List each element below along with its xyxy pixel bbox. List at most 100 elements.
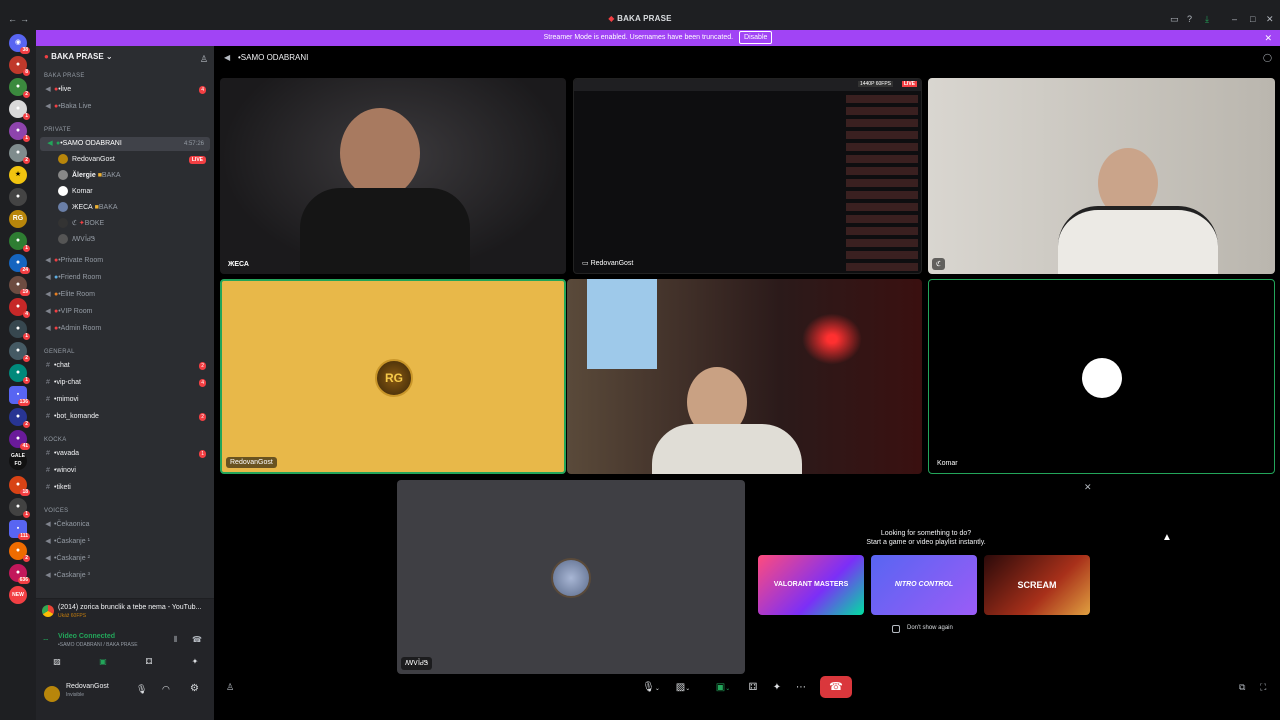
dont-show-label[interactable]: Don't show again <box>907 625 953 631</box>
server-icon[interactable]: ● 18 <box>9 476 30 496</box>
channel-admin-room[interactable]: ◀ ●•Admin Room <box>36 322 214 336</box>
server-icon[interactable]: ● 2 <box>9 542 30 562</box>
server-icon[interactable]: ● 2 <box>9 408 30 428</box>
server-icon[interactable]: ● 2 <box>9 78 30 98</box>
camera-off-icon[interactable]: ▨ <box>36 657 78 666</box>
folder-icon[interactable]: ▪ 136 <box>9 386 30 406</box>
video-tile[interactable]: ℭ <box>928 78 1275 274</box>
voice-member[interactable]: ꟿᏙỈᏧᏕ <box>36 233 214 247</box>
camera-button[interactable]: ▨⌄ <box>670 678 696 698</box>
maximize-button[interactable]: □ <box>1250 14 1255 24</box>
close-icon[interactable]: ✕ <box>1084 482 1092 493</box>
rg-server-icon[interactable]: RG <box>9 210 27 228</box>
disable-streamer-button[interactable]: Disable <box>739 31 773 44</box>
stream-tile[interactable]: 1440P 60FPS LIVE ▭ RedovanGost <box>573 78 922 274</box>
leave-call-button[interactable]: ☎ <box>820 676 852 698</box>
screen-share-button[interactable]: ▣⌄ <box>710 678 736 698</box>
server-icon[interactable]: ● 24 <box>9 254 30 274</box>
folder-icon[interactable]: ▪ 111 <box>9 520 30 540</box>
server-icon[interactable]: ● 1 <box>9 320 30 340</box>
dont-show-checkbox[interactable] <box>892 625 900 633</box>
noise-icon[interactable]: ⫴ <box>174 635 177 645</box>
microphone-button[interactable]: 🎙⌄ <box>638 678 664 698</box>
channel-baka-live[interactable]: ◀ ●•Baka Live <box>36 100 214 114</box>
fullscreen-icon[interactable]: ⛶ <box>1260 682 1266 693</box>
download-icon[interactable]: ⤓ <box>1205 14 1209 25</box>
popout-icon[interactable]: ⧉ <box>1239 682 1245 693</box>
category-kocka[interactable]: KOCKA <box>36 433 214 447</box>
activity-status[interactable]: (2014) zorica brunclik a tebe nema - You… <box>12 599 214 623</box>
server-icon[interactable]: ● 1 <box>9 232 30 252</box>
nitro-control-card[interactable]: NITRO CONTROL <box>871 555 977 615</box>
channel-vip-room[interactable]: ◀ ●•VIP Room <box>36 305 214 319</box>
category-baka-prase[interactable]: BAKA PRASE <box>36 69 214 83</box>
help-icon[interactable]: ? <box>1187 14 1192 24</box>
close-banner-icon[interactable]: ✕ <box>1264 30 1272 46</box>
channel-bot-komande[interactable]: # •bot_komande 2 <box>36 410 214 424</box>
soundboard-icon[interactable]: ✦ <box>174 657 216 666</box>
server-icon[interactable]: ● 19 <box>9 276 30 296</box>
guild-header[interactable]: ● BAKA PRASE ⌄ <box>44 52 113 61</box>
close-window-button[interactable]: ✕ <box>1266 14 1274 25</box>
gale-server-icon[interactable]: GALE FO <box>9 452 27 470</box>
server-icon[interactable]: ● <box>9 188 27 206</box>
voice-member[interactable]: Komar <box>36 185 214 199</box>
server-icon[interactable]: ● 4 <box>9 298 30 318</box>
video-tile[interactable] <box>567 279 922 474</box>
avatar-tile[interactable]: RG RedovanGost <box>220 279 566 474</box>
channel-vip-chat[interactable]: # •vip-chat 4 <box>36 376 214 390</box>
server-icon[interactable]: ● 1 <box>9 364 30 384</box>
channel-samo-odabrani[interactable]: ◀ ●•SAMO ODABRANI 4:57:26 <box>40 137 210 151</box>
screen-share-icon[interactable]: ▣ <box>82 657 124 666</box>
voice-member[interactable]: RedovanGost LIVE <box>36 153 214 167</box>
server-icon[interactable]: ● 2 <box>9 342 30 362</box>
avatar[interactable] <box>44 686 60 702</box>
signal-icon[interactable]: ⌔ <box>42 637 50 647</box>
add-member-icon[interactable]: ♙ <box>200 54 208 65</box>
chat-icon[interactable]: ◯ <box>1263 46 1272 70</box>
server-icon[interactable]: ● 8 <box>9 56 30 76</box>
channel-chat[interactable]: # •chat 2 <box>36 359 214 373</box>
channel-cekaonica[interactable]: ◀ •Čekaonica <box>36 518 214 532</box>
server-icon[interactable]: ● 41 <box>9 430 30 450</box>
channel-tiketi[interactable]: # •tiketi <box>36 481 214 495</box>
category-voices[interactable]: VOICES <box>36 504 214 518</box>
channel-winovi[interactable]: # •winovi <box>36 464 214 478</box>
avatar-tile[interactable]: ꟿᏙỈᏧᏕ <box>397 480 745 674</box>
soundboard-button[interactable]: ✦ <box>768 678 786 698</box>
settings-gear-icon[interactable]: ⚙ <box>190 683 199 694</box>
invite-icon[interactable]: ♙ <box>226 682 234 693</box>
server-icon[interactable]: ● 1 <box>9 498 30 518</box>
video-tile[interactable]: ЖЕСА <box>220 78 566 274</box>
inbox-icon[interactable]: ▭ <box>1170 14 1179 25</box>
channel-elite-room[interactable]: ◀ ●•Elite Room <box>36 288 214 302</box>
activities-button[interactable]: ⚃ <box>744 678 762 698</box>
voice-channel-name[interactable]: •SAMO ODABRANI / BAKA PRASE <box>58 642 138 648</box>
home-icon[interactable]: ◉ 38 <box>9 34 30 54</box>
channel-live[interactable]: ◀ ●•live 4 <box>36 83 214 97</box>
channel-caskanje-2[interactable]: ◀ •Ćaskanje ² <box>36 552 214 566</box>
channel-caskanje-3[interactable]: ◀ •Ćaskanje ³ <box>36 569 214 583</box>
more-options-button[interactable]: ⋯ <box>792 678 810 698</box>
username[interactable]: RedovanGost <box>66 683 109 690</box>
voice-member[interactable]: Ălergie ■BAKA <box>36 169 214 183</box>
channel-mimovi[interactable]: # •mimovi <box>36 393 214 407</box>
server-icon[interactable]: ● 1 <box>9 100 30 120</box>
avatar-tile[interactable]: Komar <box>928 279 1275 474</box>
disconnect-icon[interactable]: ☎ <box>192 635 202 644</box>
voice-member[interactable]: ℭ ✦BOKE <box>36 217 214 231</box>
star-server-icon[interactable]: ★ <box>9 166 27 184</box>
channel-private-room[interactable]: ◀ ●•Private Room <box>36 254 214 268</box>
category-general[interactable]: GENERAL <box>36 345 214 359</box>
microphone-icon[interactable]: 🎙 <box>136 684 147 695</box>
scream-card[interactable]: SCREAM <box>984 555 1090 615</box>
server-icon[interactable]: ● 2 <box>9 144 30 164</box>
headphones-icon[interactable]: ◠ <box>162 684 170 695</box>
channel-vavada[interactable]: # •vavada 1 <box>36 447 214 461</box>
activity-icon[interactable]: ⚃ <box>128 657 170 666</box>
channel-caskanje-1[interactable]: ◀ •Ćaskanje ¹ <box>36 535 214 549</box>
channel-friend-room[interactable]: ◀ ●•Friend Room <box>36 271 214 285</box>
valorant-card[interactable]: VALORANT MASTERS <box>758 555 864 615</box>
voice-member[interactable]: ЖЕСА ■BAKA <box>36 201 214 215</box>
category-private[interactable]: PRIVATE <box>36 123 214 137</box>
